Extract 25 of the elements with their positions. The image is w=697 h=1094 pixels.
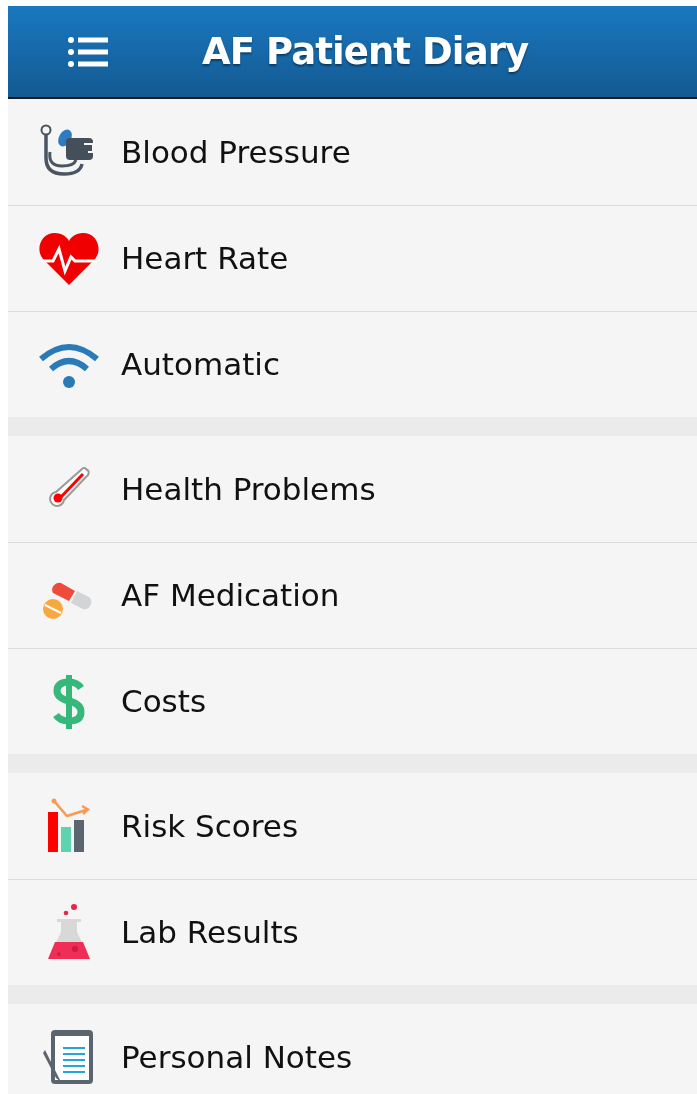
menu-item[interactable]: Personal Notes xyxy=(8,1004,697,1094)
menu-icon[interactable] xyxy=(68,35,108,68)
menu-item-label: Risk Scores xyxy=(121,806,299,846)
menu-item[interactable]: Lab Results xyxy=(8,879,697,985)
bar-chart-icon xyxy=(45,798,92,854)
menu-item-label: Automatic xyxy=(121,345,280,385)
menu-item-label: Health Problems xyxy=(121,469,376,509)
menu-item-label: Lab Results xyxy=(121,913,299,953)
menu-item-label: Personal Notes xyxy=(121,1037,353,1077)
heart-rate-icon xyxy=(38,232,99,285)
notes-icon xyxy=(42,1028,95,1086)
menu-item-label: Costs xyxy=(121,682,207,722)
menu-item[interactable]: Automatic xyxy=(8,311,697,417)
menu-item-label: Heart Rate xyxy=(121,239,289,279)
menu-item[interactable]: AF Medication xyxy=(8,542,697,648)
flask-icon xyxy=(45,903,92,962)
menu-item-label: Blood Pressure xyxy=(121,132,351,172)
menu-item[interactable]: Risk Scores xyxy=(8,773,697,879)
app-title: AF Patient Diary xyxy=(202,33,529,70)
dollar-icon xyxy=(51,672,86,731)
menu-item-label: AF Medication xyxy=(121,576,340,616)
menu-item[interactable]: Costs xyxy=(8,648,697,754)
menu-item[interactable]: Blood Pressure xyxy=(8,99,697,205)
menu-item[interactable]: Health Problems xyxy=(8,436,697,542)
menu-item[interactable]: Heart Rate xyxy=(8,205,697,311)
